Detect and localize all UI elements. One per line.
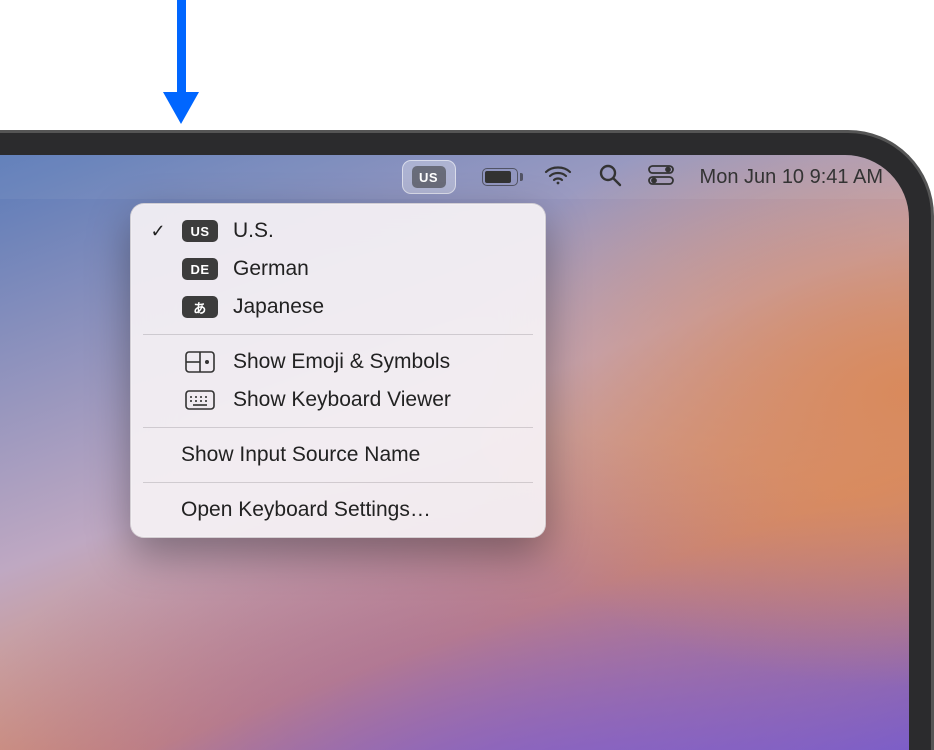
battery-icon — [482, 168, 518, 186]
menu-separator — [143, 427, 533, 428]
datetime-text: Mon Jun 10 9:41 AM — [700, 166, 883, 189]
open-keyboard-settings-item[interactable]: Open Keyboard Settings… — [131, 491, 545, 529]
input-source-badge: US — [412, 166, 446, 188]
menu-item-label: Show Emoji & Symbols — [233, 350, 450, 374]
checkmark-icon: ✓ — [149, 221, 167, 242]
show-input-source-name-item[interactable]: Show Input Source Name — [131, 436, 545, 474]
menu-separator — [143, 482, 533, 483]
search-icon — [598, 163, 622, 192]
input-source-label: U.S. — [233, 219, 274, 243]
pointer-arrow — [165, 0, 195, 130]
input-badge-icon: あ — [181, 296, 219, 318]
input-source-item-us[interactable]: ✓ US U.S. — [131, 212, 545, 250]
control-center[interactable] — [648, 160, 674, 194]
menu-bar: US — [0, 155, 909, 199]
input-source-item-german[interactable]: DE German — [131, 250, 545, 288]
input-badge-icon: DE — [181, 258, 219, 280]
show-emoji-item[interactable]: Show Emoji & Symbols — [131, 343, 545, 381]
menu-item-label: Open Keyboard Settings… — [181, 498, 431, 522]
menu-separator — [143, 334, 533, 335]
input-source-menu[interactable]: US — [402, 160, 456, 194]
device-frame: US — [0, 130, 934, 750]
keyboard-icon — [181, 388, 219, 412]
input-source-label: German — [233, 257, 309, 281]
control-center-icon — [648, 165, 674, 190]
menu-item-label: Show Input Source Name — [181, 443, 420, 467]
battery-status[interactable] — [482, 160, 518, 194]
menu-item-label: Show Keyboard Viewer — [233, 388, 451, 412]
spotlight-search[interactable] — [598, 160, 622, 194]
character-viewer-icon — [181, 350, 219, 374]
wifi-icon — [544, 164, 572, 191]
screen: US — [0, 155, 909, 750]
input-badge-icon: US — [181, 220, 219, 242]
show-keyboard-viewer-item[interactable]: Show Keyboard Viewer — [131, 381, 545, 419]
input-source-label: Japanese — [233, 295, 324, 319]
clock[interactable]: Mon Jun 10 9:41 AM — [700, 160, 883, 194]
input-source-dropdown: ✓ US U.S. DE German あ Japanese — [130, 203, 546, 538]
wifi-status[interactable] — [544, 160, 572, 194]
input-source-item-japanese[interactable]: あ Japanese — [131, 288, 545, 326]
